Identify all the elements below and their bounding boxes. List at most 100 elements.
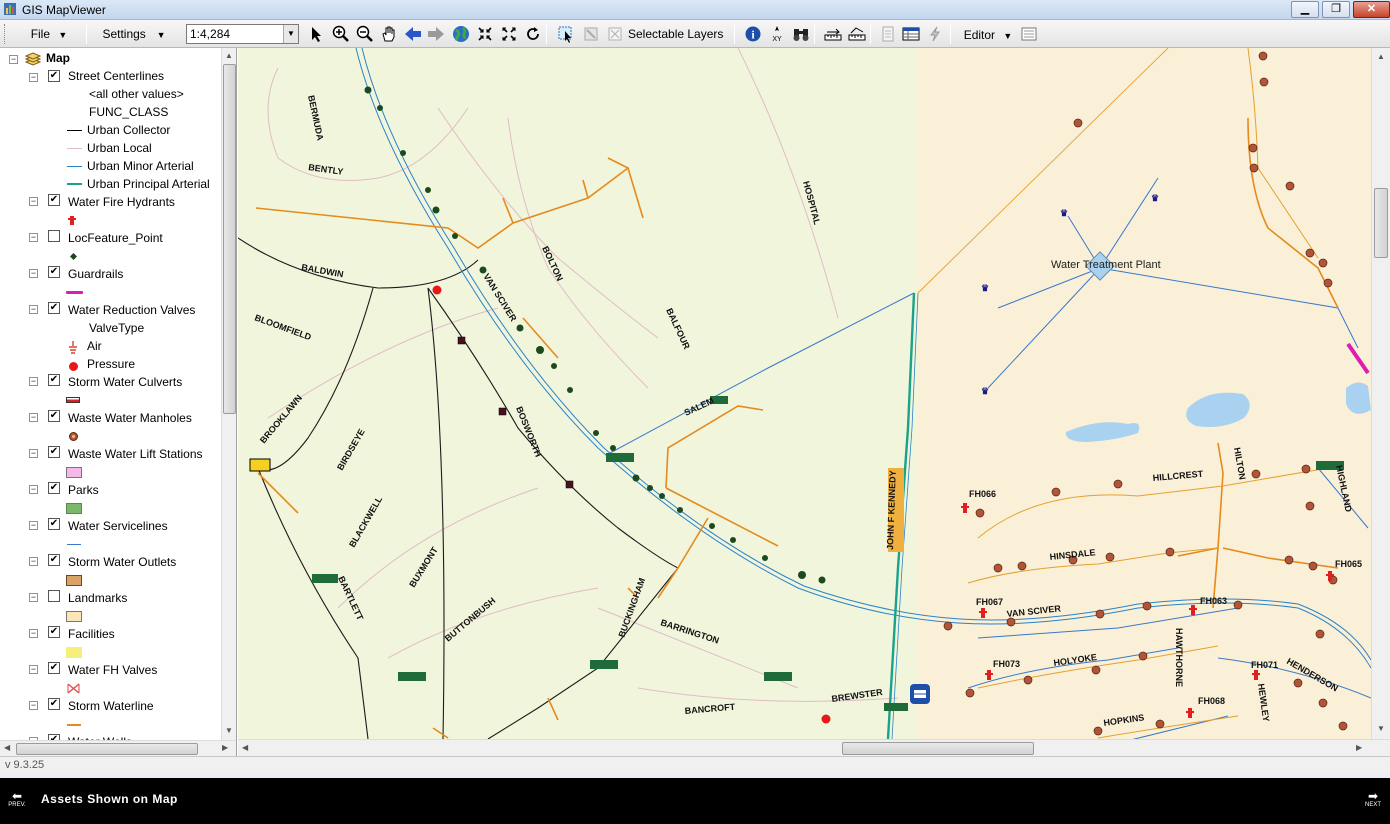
map-horizontal-scroll-thumb[interactable]: [842, 742, 1034, 755]
manhole: [1233, 600, 1243, 610]
layer-water-servicelines[interactable]: Water Servicelines: [68, 517, 168, 535]
select-arrow-icon[interactable]: [306, 24, 327, 44]
next-button[interactable]: ➡ NEXT: [1359, 790, 1387, 808]
toc-collapse-layer[interactable]: −: [29, 485, 38, 494]
map-canvas[interactable]: ♛ ♛ ♛ ♛ BERMUDA BENTLY BALDWIN BLOOMFIEL…: [238, 48, 1371, 739]
map-vertical-scrollbar[interactable]: ▲ ▼: [1371, 48, 1390, 739]
zoom-fixed-out-icon[interactable]: [498, 24, 519, 44]
storm-waterline: [547, 697, 559, 721]
layer-visibility-checkbox[interactable]: ✔: [48, 302, 60, 314]
toc-collapse-layer[interactable]: −: [29, 521, 38, 530]
scale-dropdown[interactable]: 1:4,284 ▼: [186, 24, 299, 44]
refresh-icon[interactable]: [522, 24, 543, 44]
toc-collapse-layer[interactable]: −: [29, 665, 38, 674]
toc-collapse-layer[interactable]: −: [29, 73, 38, 82]
toc-collapse-layer[interactable]: −: [29, 701, 38, 710]
layer-visibility-checkbox[interactable]: [48, 590, 60, 602]
editor-menu[interactable]: Editor ▼: [958, 24, 1018, 44]
toc-collapse-layer[interactable]: −: [29, 305, 38, 314]
maximize-button[interactable]: ❐: [1322, 1, 1350, 18]
layer-waste-water-manholes[interactable]: Waste Water Manholes: [68, 409, 192, 427]
layer-visibility-checkbox[interactable]: ✔: [48, 518, 60, 530]
layer-visibility-checkbox[interactable]: ✔: [48, 374, 60, 386]
selectable-layers-button[interactable]: Selectable Layers: [628, 24, 723, 44]
measure-area-icon[interactable]: [846, 24, 867, 44]
layer-visibility-checkbox[interactable]: ✔: [48, 446, 60, 458]
settings-menu[interactable]: Settings ▼: [96, 23, 172, 44]
select-attributes-icon[interactable]: [604, 24, 625, 44]
layer-locfeature-point[interactable]: LocFeature_Point: [68, 229, 163, 247]
layer-visibility-checkbox[interactable]: ✔: [48, 194, 60, 206]
globe-full-extent-icon[interactable]: [450, 24, 471, 44]
layer-visibility-checkbox[interactable]: ✔: [48, 698, 60, 710]
pan-hand-icon[interactable]: [378, 24, 399, 44]
scroll-right-icon[interactable]: ▶: [222, 743, 228, 752]
layer-visibility-checkbox[interactable]: ✔: [48, 266, 60, 278]
toc-collapse-layer[interactable]: −: [29, 593, 38, 602]
layer-parks[interactable]: Parks: [68, 481, 99, 499]
manhole: [1315, 629, 1325, 639]
scroll-left-icon[interactable]: ◀: [242, 743, 248, 752]
file-menu[interactable]: File ▼: [20, 23, 78, 44]
layer-water-fh-valves[interactable]: Water FH Valves: [68, 661, 157, 679]
select-features-icon[interactable]: [555, 24, 576, 44]
toc-collapse-layer[interactable]: −: [29, 449, 38, 458]
layer-street-centerlines[interactable]: Street Centerlines: [68, 67, 164, 85]
attribute-table-icon[interactable]: [900, 24, 921, 44]
prev-button[interactable]: ⬅ PREV.: [3, 790, 31, 808]
scroll-up-icon[interactable]: ▲: [1377, 52, 1385, 61]
layer-visibility-checkbox[interactable]: [48, 230, 60, 242]
layer-visibility-checkbox[interactable]: ✔: [48, 482, 60, 494]
layer-visibility-checkbox[interactable]: ✔: [48, 70, 60, 82]
toc-map-root[interactable]: Map: [46, 49, 70, 67]
toc-collapse-map[interactable]: −: [9, 55, 18, 64]
layer-guardrails[interactable]: Guardrails: [68, 265, 123, 283]
forward-arrow-icon[interactable]: [425, 24, 446, 44]
toc-collapse-layer[interactable]: −: [29, 629, 38, 638]
layer-water-fire-hydrants[interactable]: Water Fire Hydrants: [68, 193, 175, 211]
xy-coordinate-icon[interactable]: XY: [766, 24, 787, 44]
layer-facilities[interactable]: Facilities: [68, 625, 115, 643]
scroll-down-icon[interactable]: ▼: [1377, 724, 1385, 733]
close-button[interactable]: ✕: [1353, 1, 1390, 18]
toc-collapse-layer[interactable]: −: [29, 377, 38, 386]
print-layout-icon[interactable]: [877, 24, 898, 44]
scroll-right-icon[interactable]: ▶: [1356, 743, 1362, 752]
scroll-left-icon[interactable]: ◀: [4, 743, 10, 752]
toc-collapse-layer[interactable]: −: [29, 233, 38, 242]
toc-collapse-layer[interactable]: −: [29, 557, 38, 566]
editor-toolbar-icon[interactable]: [1018, 24, 1039, 44]
layer-visibility-checkbox[interactable]: ✔: [48, 626, 60, 638]
zoom-in-icon[interactable]: [330, 24, 351, 44]
layer-storm-water-culverts[interactable]: Storm Water Culverts: [68, 373, 182, 391]
toc-collapse-layer[interactable]: −: [29, 197, 38, 206]
zoom-out-icon[interactable]: [354, 24, 375, 44]
layer-visibility-checkbox[interactable]: ✔: [48, 554, 60, 566]
scroll-up-icon[interactable]: ▲: [225, 51, 233, 60]
flash-lightning-icon[interactable]: [924, 24, 945, 44]
toc-horizontal-scroll-thumb[interactable]: [16, 743, 198, 755]
toc-collapse-layer[interactable]: −: [29, 269, 38, 278]
minimize-button[interactable]: ▁: [1291, 1, 1319, 18]
layer-landmarks[interactable]: Landmarks: [68, 589, 127, 607]
toolbar-grip[interactable]: [4, 24, 7, 44]
layer-storm-waterline[interactable]: Storm Waterline: [68, 697, 154, 715]
scroll-down-icon[interactable]: ▼: [225, 726, 233, 735]
back-arrow-icon[interactable]: [402, 24, 423, 44]
identify-info-icon[interactable]: i: [742, 24, 763, 44]
toc-collapse-layer[interactable]: −: [29, 413, 38, 422]
measure-icon[interactable]: [822, 24, 843, 44]
layer-visibility-checkbox[interactable]: ✔: [48, 410, 60, 422]
layer-storm-water-outlets[interactable]: Storm Water Outlets: [68, 553, 176, 571]
zoom-fixed-in-icon[interactable]: [474, 24, 495, 44]
map-vertical-scroll-thumb[interactable]: [1374, 188, 1388, 258]
toc-horizontal-scrollbar[interactable]: ◀ ▶: [0, 740, 236, 756]
toc-vertical-scroll-thumb[interactable]: [223, 64, 236, 414]
clear-selection-icon[interactable]: [580, 24, 601, 44]
layer-visibility-checkbox[interactable]: ✔: [48, 662, 60, 674]
layer-waste-water-lift-stations[interactable]: Waste Water Lift Stations: [68, 445, 203, 463]
map-horizontal-scrollbar[interactable]: ◀ ▶: [238, 739, 1390, 756]
find-binoculars-icon[interactable]: [790, 24, 811, 44]
toc-vertical-scrollbar[interactable]: ▲ ▼: [221, 48, 236, 740]
layer-water-reduction-valves[interactable]: Water Reduction Valves: [68, 301, 195, 319]
